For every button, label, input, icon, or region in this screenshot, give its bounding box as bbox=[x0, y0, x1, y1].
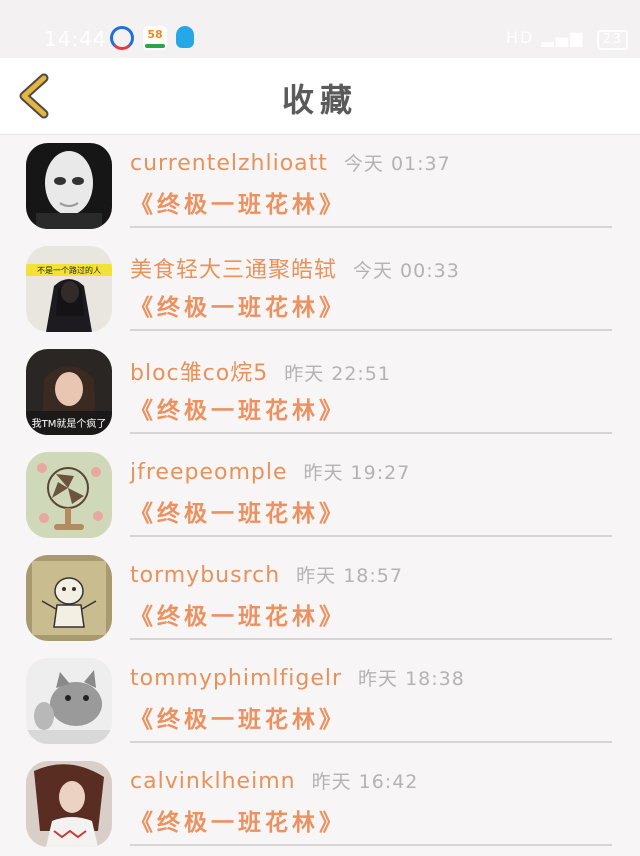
list-item[interactable]: currentelzhlioatt 今天 01:37 《终极一班花林》 bbox=[0, 135, 640, 238]
divider bbox=[130, 535, 612, 537]
item-meta: tommyphimlfigelr 昨天 18:38 bbox=[130, 664, 465, 691]
item-meta: 美食轻大三通聚皓轼 今天 00:33 bbox=[130, 252, 460, 284]
58-app-icon: 58 bbox=[143, 26, 167, 50]
divider bbox=[130, 638, 612, 640]
item-username[interactable]: currentelzhlioatt bbox=[130, 151, 328, 176]
item-time: 昨天 22:51 bbox=[284, 363, 391, 385]
list-item[interactable]: tommyphimlfigelr 昨天 18:38 《终极一班花林》 bbox=[0, 650, 640, 753]
qq-icon bbox=[176, 26, 194, 48]
list-item[interactable]: tormybusrch 昨天 18:57 《终极一班花林》 bbox=[0, 547, 640, 650]
status-indicators: HD ▂▄▆ 23 bbox=[506, 28, 628, 50]
item-title[interactable]: 《终极一班花林》 bbox=[130, 597, 346, 631]
divider bbox=[130, 329, 612, 331]
divider bbox=[130, 741, 612, 743]
favorites-list: currentelzhlioatt 今天 01:37 《终极一班花林》 不是一个路… bbox=[0, 135, 640, 856]
list-item[interactable]: 不是一个路过的人 美食轻大三通聚皓轼 今天 00:33 《终极一班花林》 bbox=[0, 238, 640, 341]
item-meta: jfreepeomple 昨天 19:27 bbox=[130, 458, 410, 485]
list-item[interactable]: calvinklheimn 昨天 16:42 《终极一班花林》 bbox=[0, 753, 640, 856]
avatar-caption: 我TM就是个疯了 bbox=[32, 417, 107, 430]
item-time: 昨天 18:38 bbox=[358, 668, 465, 690]
item-username[interactable]: tommyphimlfigelr bbox=[130, 666, 342, 691]
list-item[interactable]: jfreepeomple 昨天 19:27 《终极一班花林》 bbox=[0, 444, 640, 547]
list-item[interactable]: 我TM就是个疯了 bloc雏co烷5 昨天 22:51 《终极一班花林》 bbox=[0, 341, 640, 444]
item-username[interactable]: 美食轻大三通聚皓轼 bbox=[130, 258, 337, 283]
item-title[interactable]: 《终极一班花林》 bbox=[130, 391, 346, 425]
item-meta: tormybusrch 昨天 18:57 bbox=[130, 561, 403, 588]
item-title[interactable]: 《终极一班花林》 bbox=[130, 700, 346, 734]
signal-icon: ▂▄▆ bbox=[541, 28, 585, 47]
item-username[interactable]: tormybusrch bbox=[130, 563, 280, 588]
item-meta: bloc雏co烷5 昨天 22:51 bbox=[130, 355, 391, 387]
item-time: 昨天 18:57 bbox=[296, 565, 403, 587]
avatar[interactable] bbox=[26, 452, 112, 538]
page-title: 收藏 bbox=[281, 81, 358, 119]
avatar[interactable]: 我TM就是个疯了 bbox=[26, 349, 112, 435]
item-time: 今天 00:33 bbox=[353, 260, 460, 282]
item-title[interactable]: 《终极一班花林》 bbox=[130, 803, 346, 837]
item-meta: calvinklheimn 昨天 16:42 bbox=[130, 767, 418, 794]
divider bbox=[130, 432, 612, 434]
header-bar: 收藏 bbox=[0, 58, 640, 135]
item-title[interactable]: 《终极一班花林》 bbox=[130, 185, 346, 219]
divider bbox=[130, 844, 612, 846]
item-title[interactable]: 《终极一班花林》 bbox=[130, 288, 346, 322]
battery-icon: 23 bbox=[597, 30, 628, 50]
status-bar: 14:44 58 HD ▂▄▆ 23 bbox=[0, 0, 640, 58]
avatar[interactable] bbox=[26, 658, 112, 744]
item-time: 昨天 16:42 bbox=[311, 771, 419, 793]
item-title[interactable]: 《终极一班花林》 bbox=[130, 494, 346, 528]
avatar[interactable]: 不是一个路过的人 bbox=[26, 246, 112, 332]
status-time: 14:44 bbox=[44, 27, 107, 51]
item-time: 今天 01:37 bbox=[343, 153, 451, 175]
avatar[interactable] bbox=[26, 143, 112, 229]
network-text: HD bbox=[505, 28, 535, 47]
item-username[interactable]: calvinklheimn bbox=[130, 769, 296, 794]
item-username[interactable]: jfreepeomple bbox=[130, 460, 288, 485]
avatar[interactable] bbox=[26, 555, 112, 641]
item-time: 昨天 19:27 bbox=[303, 462, 411, 484]
avatar-caption: 不是一个路过的人 bbox=[37, 265, 101, 275]
divider bbox=[130, 226, 612, 228]
avatar[interactable] bbox=[26, 761, 112, 847]
notification-app-icon bbox=[110, 26, 134, 50]
item-meta: currentelzhlioatt 今天 01:37 bbox=[130, 149, 451, 176]
58-app-icon-label: 58 bbox=[147, 28, 163, 41]
item-username[interactable]: bloc雏co烷5 bbox=[130, 361, 268, 386]
